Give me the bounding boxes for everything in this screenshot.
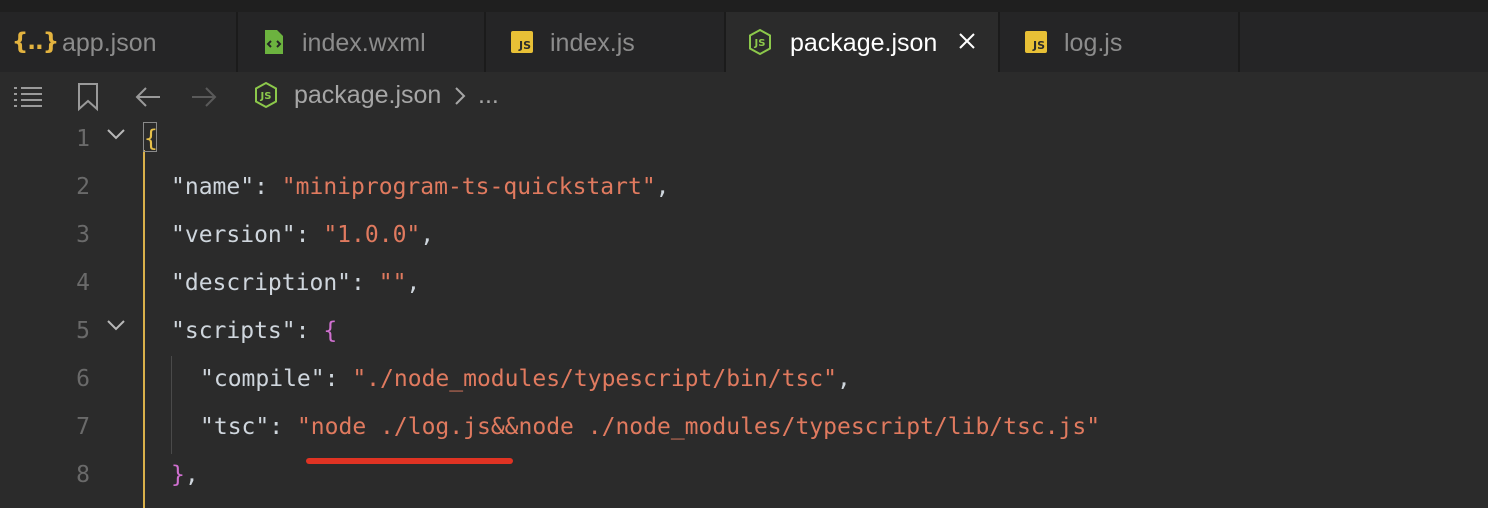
window-top-strip bbox=[0, 0, 1488, 12]
fold-chevron-down-icon[interactable] bbox=[104, 313, 128, 337]
tab-index-js[interactable]: JS index.js bbox=[486, 12, 726, 72]
breadcrumb-more[interactable]: ... bbox=[478, 80, 499, 110]
indent-guide bbox=[171, 356, 172, 454]
json-braces-icon: {..} bbox=[11, 29, 59, 55]
tab-label: index.js bbox=[550, 29, 635, 57]
line-number: 3 bbox=[76, 222, 90, 248]
code-line-8: }, bbox=[171, 462, 199, 488]
breadcrumb-file[interactable]: package.json bbox=[294, 80, 441, 110]
line-number: 6 bbox=[76, 366, 90, 392]
code-line-6: "compile": "./node_modules/typescript/bi… bbox=[200, 366, 851, 392]
svg-text:JS: JS bbox=[260, 91, 272, 102]
tab-label: app.json bbox=[62, 29, 157, 57]
code-line-1: { bbox=[144, 126, 158, 152]
back-arrow-icon[interactable] bbox=[133, 82, 163, 112]
line-number: 2 bbox=[76, 174, 90, 200]
tab-log-js[interactable]: JS log.js bbox=[1000, 12, 1240, 72]
nodejs-icon: JS bbox=[746, 28, 774, 56]
forward-arrow-icon[interactable] bbox=[189, 82, 219, 112]
code-line-7: "tsc": "node ./log.js&&node ./node_modul… bbox=[200, 414, 1101, 440]
code-line-2: "name": "miniprogram-ts-quickstart", bbox=[171, 174, 670, 200]
line-number: 8 bbox=[76, 462, 90, 488]
outline-list-icon[interactable] bbox=[13, 82, 43, 112]
js-file-icon: JS bbox=[1022, 28, 1050, 56]
chevron-right-icon bbox=[454, 84, 470, 108]
code-line-4: "description": "", bbox=[171, 270, 421, 296]
editor-toolbar bbox=[0, 72, 1488, 120]
line-number: 1 bbox=[76, 126, 90, 152]
tab-package-json[interactable]: JS package.json bbox=[726, 12, 1000, 72]
line-number: 7 bbox=[76, 414, 90, 440]
nodejs-icon: JS bbox=[252, 80, 280, 110]
svg-text:JS: JS bbox=[754, 38, 766, 49]
annotation-underline bbox=[306, 458, 513, 464]
tab-label: log.js bbox=[1064, 29, 1123, 57]
close-icon[interactable] bbox=[954, 26, 980, 56]
fold-chevron-down-icon[interactable] bbox=[104, 122, 128, 146]
line-number: 4 bbox=[76, 270, 90, 296]
indent-guide bbox=[143, 150, 145, 508]
tab-label: index.wxml bbox=[302, 29, 426, 57]
editor-tab-bar: {..} app.json index.wxml JS index.js JS … bbox=[0, 12, 1488, 72]
tab-label: package.json bbox=[790, 29, 938, 57]
line-number: 5 bbox=[76, 318, 90, 344]
tab-app-json[interactable]: {..} app.json bbox=[0, 12, 238, 72]
bookmark-icon[interactable] bbox=[73, 82, 103, 112]
wxml-file-icon bbox=[260, 28, 288, 56]
code-line-3: "version": "1.0.0", bbox=[171, 222, 435, 248]
js-file-icon: JS bbox=[508, 28, 536, 56]
tab-index-wxml[interactable]: index.wxml bbox=[238, 12, 486, 72]
code-line-5: "scripts": { bbox=[171, 318, 338, 344]
